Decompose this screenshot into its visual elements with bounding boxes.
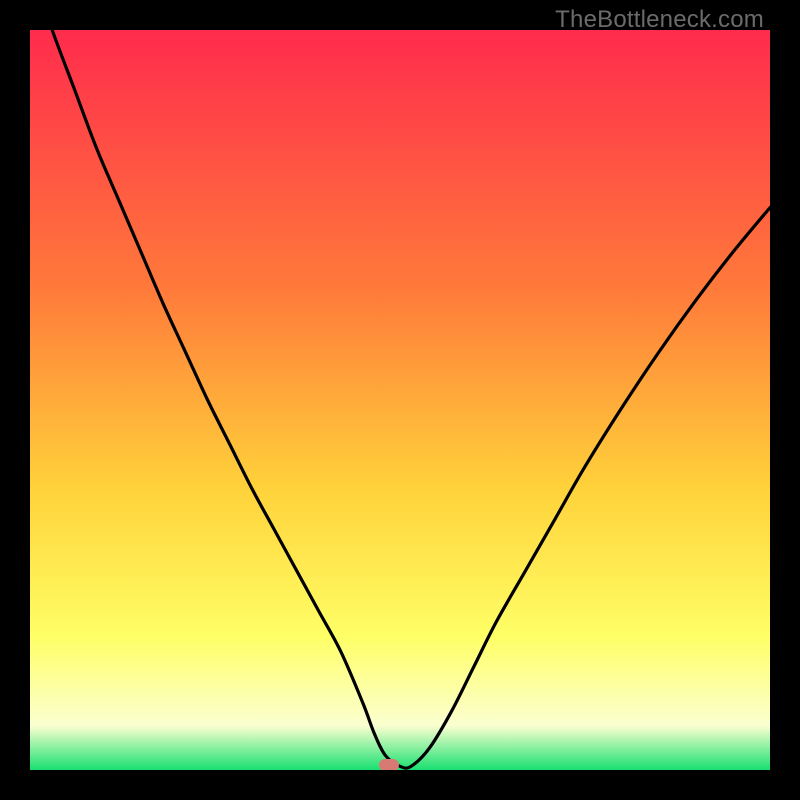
plot-area: [30, 30, 770, 770]
bottleneck-curve: [30, 30, 770, 770]
watermark-text: TheBottleneck.com: [555, 6, 764, 34]
optimal-marker: [379, 759, 399, 770]
chart-frame: TheBottleneck.com: [0, 0, 800, 800]
